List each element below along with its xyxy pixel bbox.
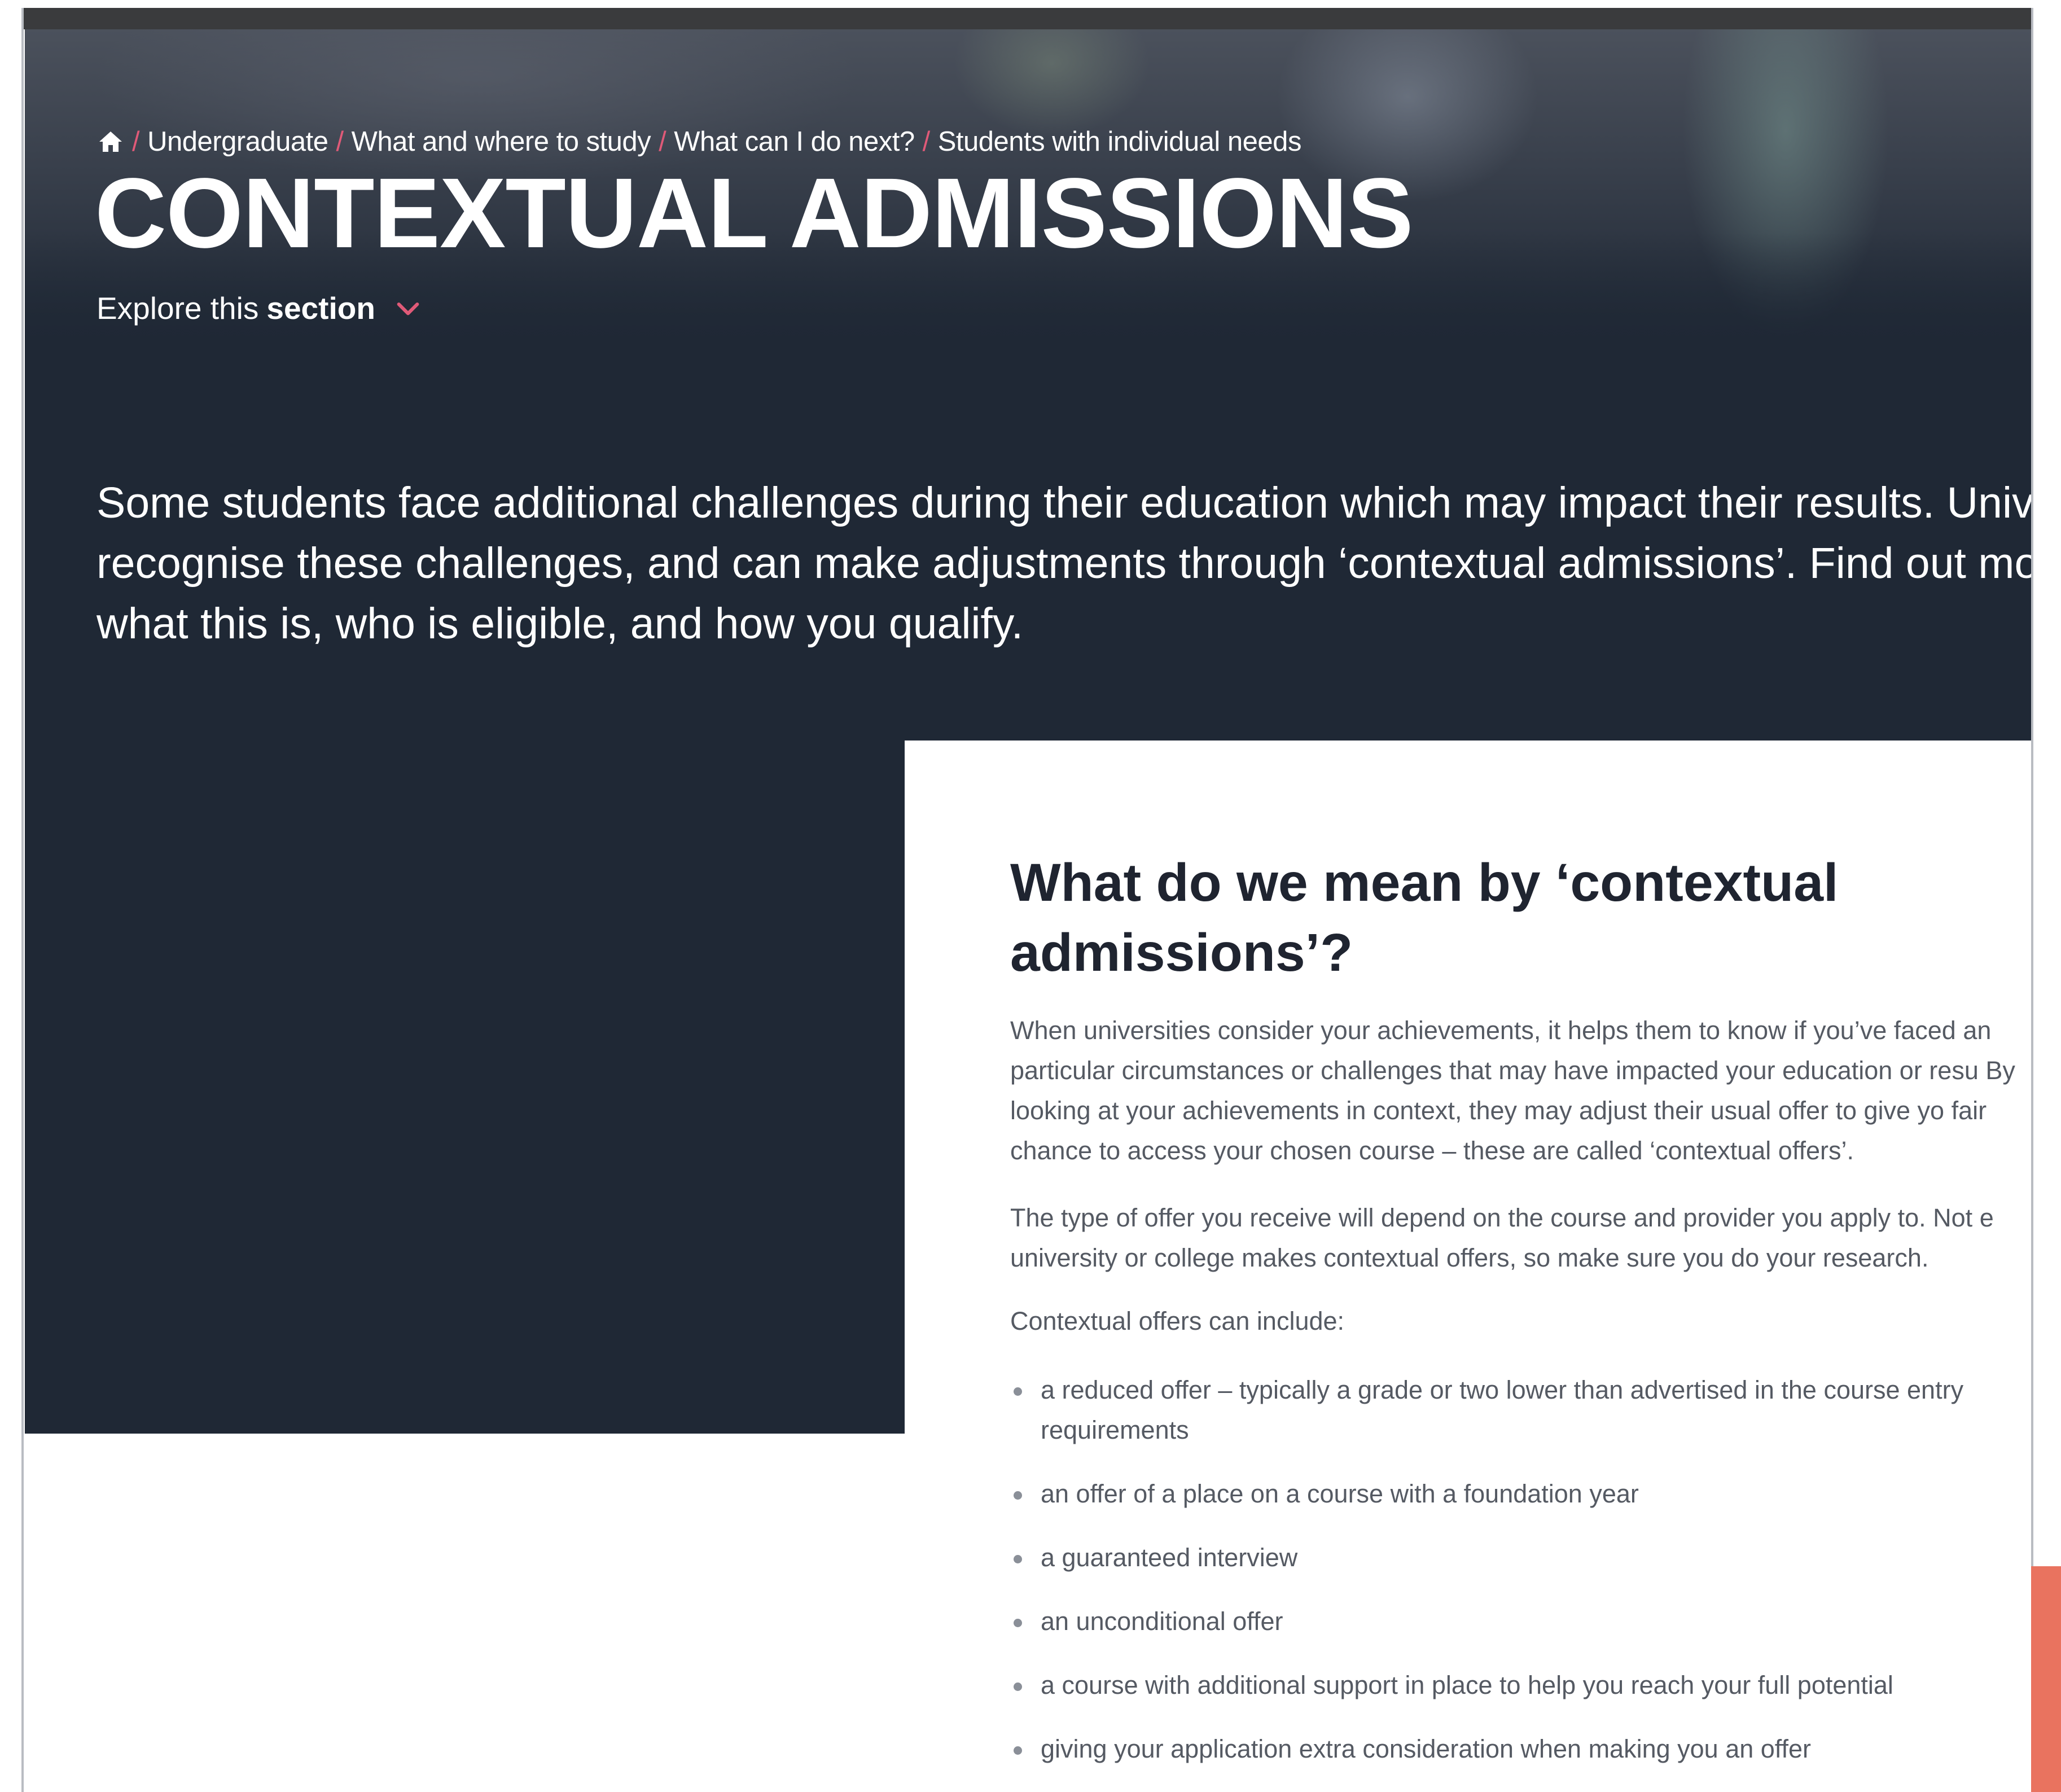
breadcrumb-item-what-can-i-do-next[interactable]: What can I do next? xyxy=(674,126,915,157)
page-title: CONTEXTUAL ADMISSIONS xyxy=(95,158,1414,269)
breadcrumb-item-undergraduate[interactable]: Undergraduate xyxy=(147,126,328,157)
right-border xyxy=(2031,8,2033,1792)
list-item: a reduced offer – typically a grade or t… xyxy=(1010,1370,2015,1450)
breadcrumb-separator: / xyxy=(132,126,140,157)
breadcrumb-separator: / xyxy=(336,126,344,157)
list-item: an offer of a place on a course with a f… xyxy=(1010,1474,2015,1514)
list-item-text: a course with additional support in plac… xyxy=(1041,1671,1893,1699)
left-border xyxy=(21,8,24,1792)
section-heading: What do we mean by ‘contextual admission… xyxy=(1010,853,1839,983)
content-card: What do we mean by ‘contextual admission… xyxy=(905,741,2031,1792)
bullet-icon xyxy=(1014,1491,1022,1500)
list-item-text: an offer of a place on a course with a f… xyxy=(1041,1479,1639,1508)
breadcrumb-item-students-with-individual-needs[interactable]: Students with individual needs xyxy=(938,126,1302,157)
breadcrumb-item-what-and-where-to-study[interactable]: What and where to study xyxy=(352,126,651,157)
explore-label-bold: section xyxy=(266,291,375,326)
page-frame: / Undergraduate / What and where to stud… xyxy=(0,0,2061,1792)
chevron-down-icon xyxy=(397,302,419,316)
breadcrumb: / Undergraduate / What and where to stud… xyxy=(97,122,1301,161)
list-item: a guaranteed interview xyxy=(1010,1537,2015,1578)
bullet-icon xyxy=(1014,1619,1022,1627)
body-paragraph-2: The type of offer you receive will depen… xyxy=(1010,1203,1994,1272)
breadcrumb-separator: / xyxy=(922,126,931,157)
list-item-text: a guaranteed interview xyxy=(1041,1543,1298,1572)
list-item: giving your application extra considerat… xyxy=(1010,1729,2015,1769)
bullet-icon xyxy=(1014,1746,1022,1755)
offers-list: a reduced offer – typically a grade or t… xyxy=(1010,1370,2015,1792)
bullet-icon xyxy=(1014,1387,1022,1396)
list-item-text: an unconditional offer xyxy=(1041,1607,1283,1636)
explore-label: Explore this xyxy=(97,291,259,326)
bullet-icon xyxy=(1014,1683,1022,1691)
body-paragraph-1: When universities consider your achievem… xyxy=(1010,1016,2015,1165)
list-item: an unconditional offer xyxy=(1010,1601,2015,1641)
list-item: a course with additional support in plac… xyxy=(1010,1665,2015,1705)
breadcrumb-home-link[interactable] xyxy=(97,128,124,155)
home-icon xyxy=(99,132,122,152)
bullet-icon xyxy=(1014,1555,1022,1563)
intro-text: Some students face additional challenges… xyxy=(97,479,2031,648)
breadcrumb-separator: / xyxy=(659,126,666,157)
feedback-side-tab[interactable] xyxy=(2031,1566,2061,1792)
explore-section-toggle[interactable]: Explore this section xyxy=(97,290,424,326)
list-intro: Contextual offers can include: xyxy=(1010,1307,1345,1335)
browser-top-strip xyxy=(23,8,2032,29)
list-item-text: giving your application extra considerat… xyxy=(1041,1734,1811,1763)
list-item-text: a reduced offer – typically a grade or t… xyxy=(1041,1375,1964,1444)
